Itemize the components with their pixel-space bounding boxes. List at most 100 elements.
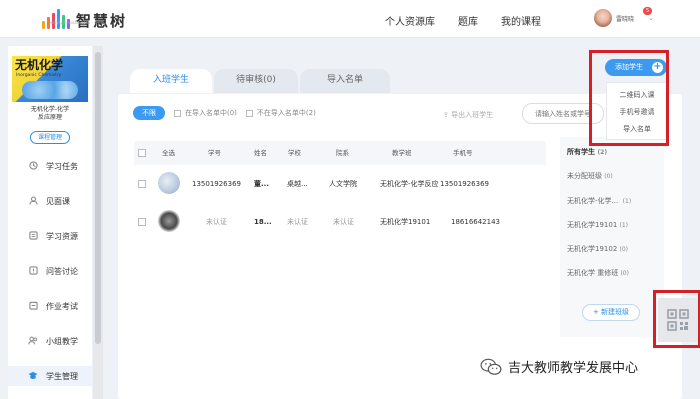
export-label: 导出入班学生 (451, 111, 494, 119)
row-checkbox[interactable] (138, 218, 146, 226)
scrollbar-thumb[interactable] (95, 52, 101, 344)
filter-in-list-checkbox[interactable]: 在导入名单中(0) (174, 108, 237, 118)
class-item-label: 无机化学19101 (567, 221, 618, 229)
sidebar-item-resources[interactable]: 学习资源 (8, 226, 92, 246)
cell-phone: 13501926369 (440, 180, 489, 188)
sidebar-item-label: 见面课 (46, 196, 70, 206)
wechat-icon (480, 358, 502, 375)
logo-bars-icon (42, 9, 70, 29)
group-icon (28, 336, 38, 346)
sidebar-item-exams[interactable]: 作业考试 (8, 296, 92, 316)
table-row[interactable]: 未认证 18... 未认证 未认证 无机化学19101 18616642143 (134, 203, 546, 241)
class-item-19102[interactable]: 无机化学19102 (0) (567, 244, 628, 254)
column-header-student-id: 学号 (208, 149, 221, 157)
class-item-chem-reaction[interactable]: 无机化学-化学... (1) (567, 196, 631, 206)
filter-not-in-list-checkbox[interactable]: 不在导入名单中(2) (245, 108, 316, 118)
sidebar-item-label: 问答讨论 (46, 266, 78, 276)
user-name: 雷晓晓 (616, 15, 635, 23)
student-avatar (158, 172, 180, 194)
sidebar: 无机化学 Inorganic Chemistry 无机化学-化学 反应原理 课程… (8, 46, 92, 399)
sidebar-item-qa[interactable]: 问答讨论 (8, 261, 92, 281)
class-item-19101[interactable]: 无机化学19101 (1) (567, 220, 628, 230)
qa-icon (28, 266, 38, 276)
cover-illustration (22, 81, 78, 99)
tab-pending-review[interactable]: 待审核(0) (214, 69, 298, 93)
cell-school: 桌越... (287, 180, 308, 188)
class-item-label: 所有学生 (567, 148, 595, 156)
select-all-checkbox[interactable] (138, 149, 146, 157)
student-avatar (158, 210, 180, 232)
nav-my-courses[interactable]: 我的课程 (501, 13, 541, 28)
class-item-label: 无机化学-化学... (567, 197, 619, 205)
class-item-label: 无机化学 重修班 (567, 269, 619, 277)
column-header-select-all[interactable]: 全选 (162, 141, 175, 165)
highlight-box-add-student (589, 50, 669, 146)
course-manage-button[interactable]: 课程管理 (30, 131, 70, 144)
export-icon: ⇪ (443, 111, 449, 119)
table-row[interactable]: 13501926369 董... 桌越... 人文学院 无机化学-化学反应 13… (134, 165, 546, 203)
course-cover[interactable]: 无机化学 Inorganic Chemistry (12, 56, 88, 102)
cell-dept: 人文学院 (329, 180, 357, 188)
class-item-retake[interactable]: 无机化学 重修班 (0) (567, 268, 629, 278)
cell-class: 无机化学19101 (380, 218, 431, 226)
sidebar-item-label: 学习资源 (46, 231, 78, 241)
class-item-count: (0) (619, 246, 629, 253)
task-icon (28, 161, 38, 171)
chevron-down-icon[interactable]: ⌄ (648, 14, 654, 22)
table-header: 全选 学号 姓名 学校 院系 教学班 手机号 (134, 141, 546, 165)
course-name-line2: 反应原理 (37, 114, 62, 121)
nav-personal-resources[interactable]: 个人资源库 (385, 13, 435, 28)
sidebar-item-meeting[interactable]: 见面课 (8, 191, 92, 211)
cell-class: 无机化学-化学反应 (380, 180, 439, 188)
logo-url: www.zhihuishu.com (50, 20, 90, 25)
class-item-all[interactable]: 所有学生 (2) (567, 147, 607, 157)
sidebar-item-label: 学习任务 (46, 161, 78, 171)
filter-all-button[interactable]: 不限 (133, 106, 165, 120)
highlight-box-qr (653, 290, 700, 348)
cell-name: 董... (254, 180, 269, 188)
new-class-button[interactable]: + 新建班级 (582, 304, 640, 321)
tab-import-list[interactable]: 导入名单 (300, 69, 390, 93)
row-checkbox[interactable] (138, 180, 146, 188)
cover-title: 无机化学 (15, 58, 64, 72)
class-item-count: (2) (597, 149, 608, 156)
top-bar: 智慧树 www.zhihuishu.com 个人资源库 题库 我的课程 雷晓晓 … (0, 0, 700, 38)
person-icon (28, 196, 38, 206)
sidebar-item-label: 学生管理 (46, 371, 78, 381)
watermark-text: 吉大教师教学发展中心 (508, 361, 639, 376)
cell-school: 未认证 (287, 218, 308, 226)
cell-student-id: 未认证 (206, 218, 227, 226)
filter-in-list-label: 在导入名单中(0) (185, 109, 237, 117)
column-header-school: 学校 (288, 149, 301, 157)
class-item-count: (0) (604, 173, 613, 180)
export-students-button[interactable]: ⇪ 导出入班学生 (443, 110, 493, 120)
student-cap-icon (28, 371, 38, 381)
logo[interactable]: 智慧树 (42, 9, 127, 29)
sidebar-item-label: 作业考试 (46, 301, 78, 311)
checkbox-icon[interactable] (174, 109, 181, 117)
class-item-label: 未分配班级 (567, 172, 602, 180)
column-header-dept: 院系 (336, 149, 349, 157)
sidebar-item-tasks[interactable]: 学习任务 (8, 156, 92, 176)
nav-question-bank[interactable]: 题库 (458, 13, 478, 28)
sidebar-scrollbar[interactable] (93, 46, 103, 399)
sidebar-item-students[interactable]: 学生管理 (8, 366, 92, 386)
column-header-phone: 手机号 (453, 149, 473, 157)
filter-not-in-list-label: 不在导入名单中(2) (256, 109, 316, 117)
tab-enrolled-students[interactable]: 入班学生 (130, 69, 212, 93)
checkbox-icon[interactable] (245, 109, 253, 117)
user-menu[interactable]: 雷晓晓 5 ⌄ (594, 7, 654, 27)
class-item-unassigned[interactable]: 未分配班级 (0) (567, 171, 613, 181)
course-name: 无机化学-化学 反应原理 (8, 106, 92, 122)
sidebar-item-label: 小组教学 (46, 336, 78, 346)
resource-icon (28, 231, 38, 241)
sidebar-item-group[interactable]: 小组教学 (8, 331, 92, 351)
course-name-line1: 无机化学-化学 (30, 106, 70, 113)
avatar[interactable] (594, 9, 612, 27)
class-item-count: (0) (620, 270, 629, 277)
filter-bar: 不限 在导入名单中(0) 不在导入名单中(2) (133, 106, 316, 120)
cell-phone: 18616642143 (451, 218, 500, 226)
column-header-class: 教学班 (392, 149, 412, 157)
cell-student-id: 13501926369 (192, 180, 241, 188)
notification-badge[interactable]: 5 (643, 7, 653, 15)
